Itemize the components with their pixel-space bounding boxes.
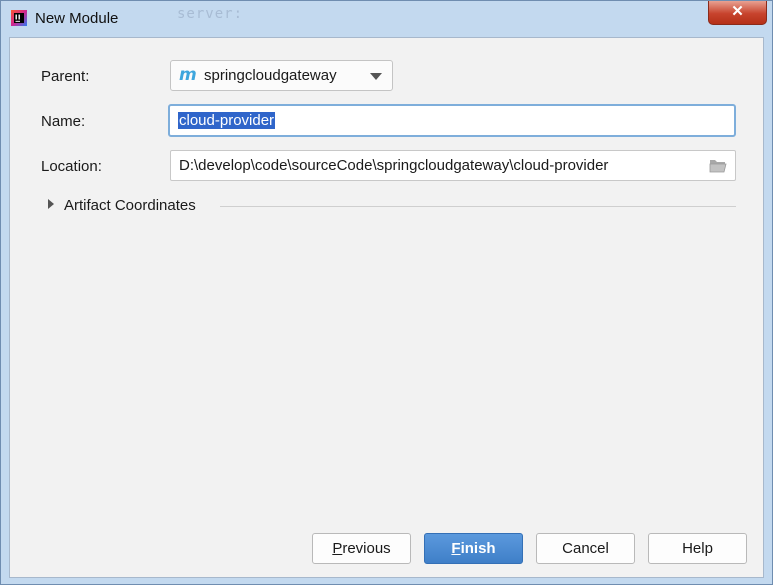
close-icon: ✕: [731, 3, 744, 20]
new-module-dialog: New Module server: ✕ Parent: m springclo…: [0, 0, 773, 585]
name-field[interactable]: cloud-provider: [168, 104, 736, 137]
maven-m-icon: m: [179, 65, 197, 85]
cancel-button[interactable]: Cancel: [536, 533, 635, 564]
dialog-content: Parent: m springcloudgateway Name: cloud…: [9, 37, 764, 578]
previous-label: revious: [342, 540, 391, 557]
chevron-down-icon: [370, 73, 382, 80]
section-divider: [220, 206, 736, 207]
parent-label: Parent:: [41, 68, 90, 85]
title-bar[interactable]: New Module server: ✕: [1, 1, 772, 37]
parent-value: springcloudgateway: [204, 67, 337, 84]
previous-button[interactable]: Previous: [312, 533, 411, 564]
folder-open-icon[interactable]: [709, 158, 727, 173]
location-label: Location:: [41, 158, 102, 175]
window-title: New Module: [35, 10, 119, 27]
close-button[interactable]: ✕: [708, 1, 767, 25]
location-value: D:\develop\code\sourceCode\springcloudga…: [179, 157, 609, 174]
artifact-coordinates-toggle[interactable]: Artifact Coordinates: [64, 197, 196, 214]
finish-mnemonic: F: [451, 540, 461, 557]
intellij-idea-icon: [11, 10, 27, 26]
name-label: Name:: [41, 113, 86, 130]
previous-mnemonic: P: [332, 540, 343, 557]
background-window-text: server:: [177, 6, 244, 22]
parent-dropdown[interactable]: m springcloudgateway: [170, 60, 393, 91]
help-button[interactable]: Help: [648, 533, 747, 564]
location-field[interactable]: D:\develop\code\sourceCode\springcloudga…: [170, 150, 736, 181]
name-value: cloud-provider: [178, 112, 276, 129]
finish-label: inish: [460, 540, 496, 557]
finish-button[interactable]: Finish: [424, 533, 523, 564]
expand-triangle-icon[interactable]: [48, 199, 54, 209]
